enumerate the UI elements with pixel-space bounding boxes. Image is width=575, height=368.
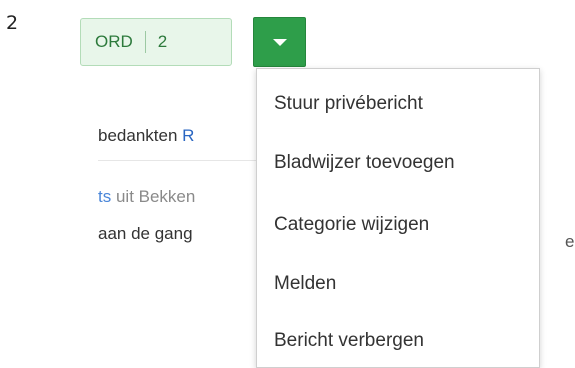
vote-button[interactable]: ORD 2 bbox=[80, 18, 232, 66]
menu-item-send-private-message[interactable]: Stuur privébericht bbox=[274, 93, 423, 115]
thanks-text: bedankten bbox=[98, 126, 183, 145]
menu-item-change-category[interactable]: Categorie wijzigen bbox=[274, 214, 429, 236]
post-actions-menu: Stuur privébericht Bladwijzer toevoegen … bbox=[256, 68, 540, 368]
menu-item-report[interactable]: Melden bbox=[274, 273, 336, 295]
post-body-tail: e bbox=[565, 232, 575, 251]
vote-label: ORD bbox=[95, 32, 133, 51]
thanks-line: bedankten R bbox=[98, 126, 194, 146]
caret-down-icon bbox=[272, 38, 287, 46]
post-menu-dropdown-button[interactable] bbox=[253, 17, 306, 67]
post-body-text: aan de gang bbox=[98, 224, 193, 243]
author-location: uit Bekken bbox=[111, 187, 196, 206]
author-line: ts uit Bekken bbox=[98, 187, 195, 207]
vote-count: 2 bbox=[157, 32, 168, 51]
author-link[interactable]: ts bbox=[98, 187, 111, 206]
user-link[interactable]: R bbox=[182, 126, 194, 145]
vote-divider bbox=[144, 31, 146, 53]
menu-item-hide-post[interactable]: Bericht verbergen bbox=[274, 330, 424, 352]
menu-item-add-bookmark[interactable]: Bladwijzer toevoegen bbox=[274, 152, 455, 174]
page-number: 2 bbox=[6, 12, 19, 34]
